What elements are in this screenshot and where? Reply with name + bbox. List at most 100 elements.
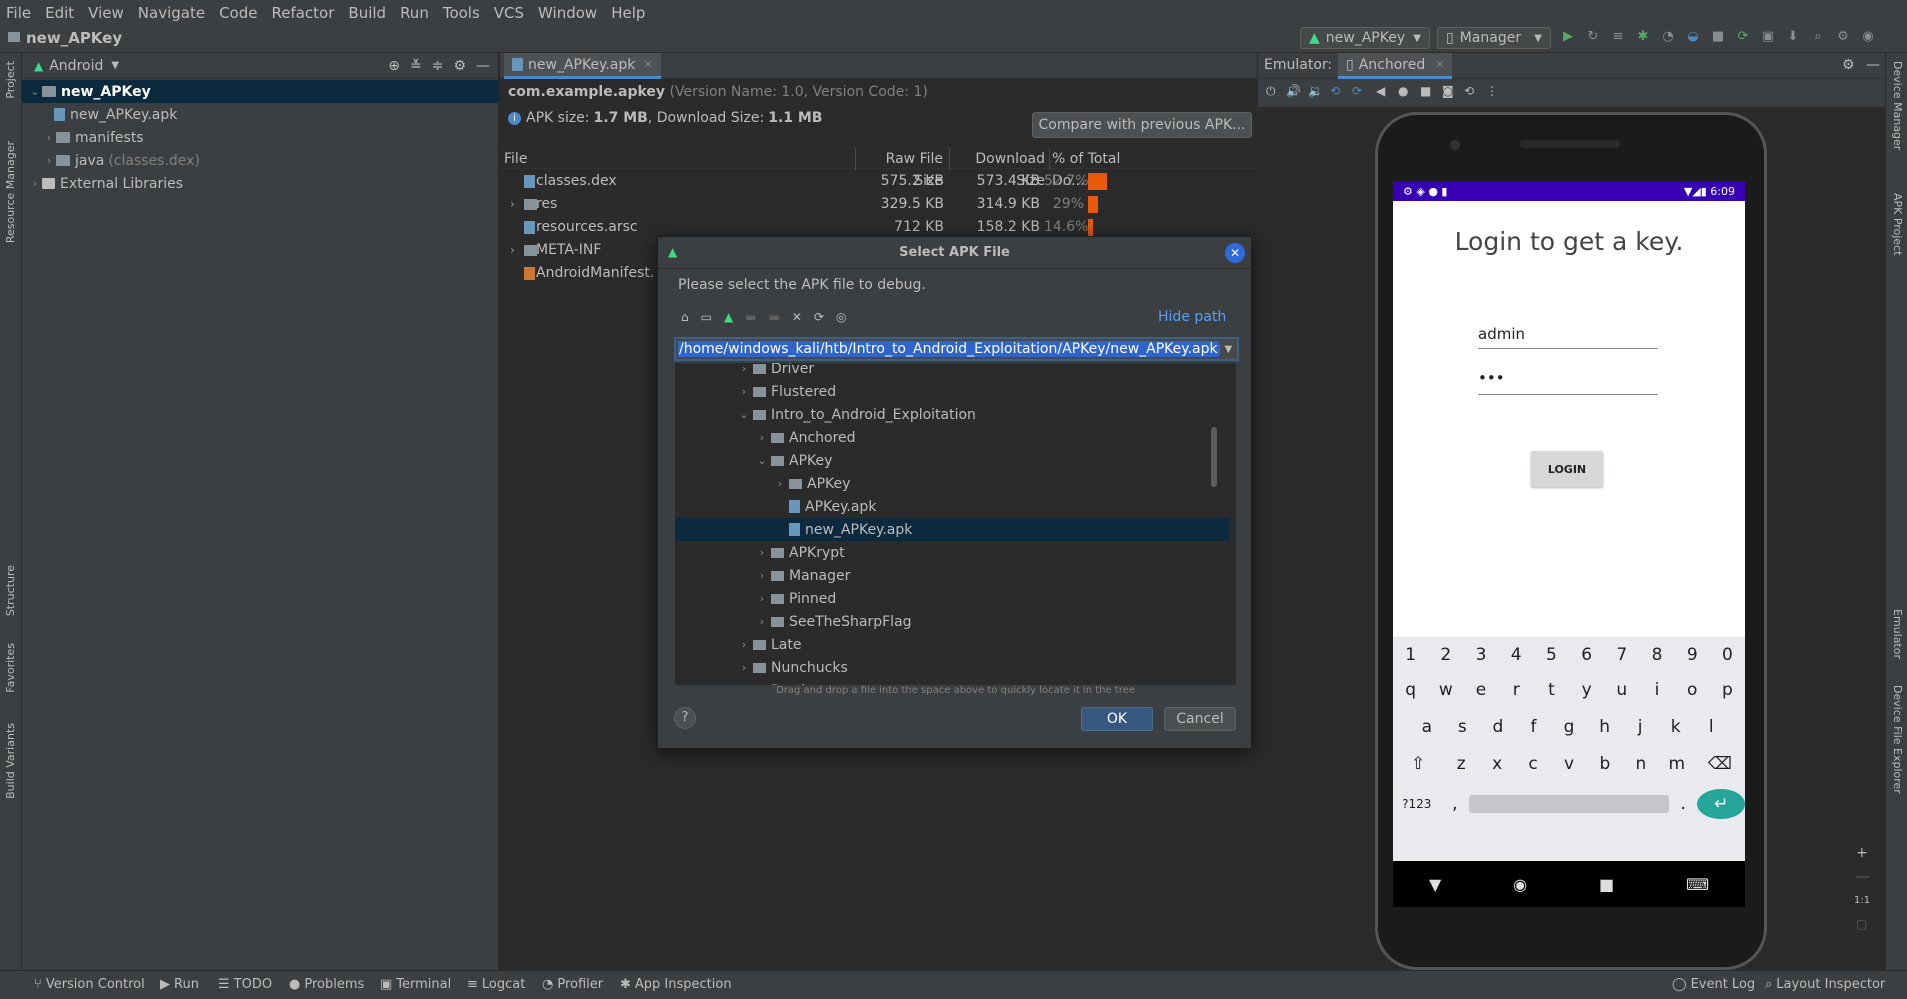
tool-resource-manager[interactable]: Resource Manager (4, 141, 17, 243)
chevron-down-icon[interactable]: ▼ (1218, 343, 1237, 355)
chevron-right-icon[interactable]: › (737, 661, 751, 674)
spacebar[interactable] (1469, 795, 1669, 813)
more-icon[interactable]: ⋮ (1486, 84, 1498, 98)
key[interactable]: y (1569, 680, 1604, 700)
run-config-select[interactable]: ▲ new_APKey ▼ (1300, 27, 1430, 49)
key[interactable]: a (1409, 717, 1445, 737)
keyboard-icon[interactable]: ⌨ (1686, 875, 1709, 894)
menu-build[interactable]: Build (348, 4, 386, 22)
file-tree-item[interactable]: › Nunchucks (675, 656, 1230, 679)
rotate-right-icon[interactable]: ⟳ (1352, 84, 1362, 98)
file-tree-item[interactable]: › Driver (675, 363, 1230, 380)
fit-screen-icon[interactable]: ▢ (1856, 917, 1867, 931)
sdk-manager-icon[interactable]: ⬇ (1785, 29, 1801, 45)
key[interactable]: 6 (1569, 645, 1604, 665)
run-icon[interactable]: ▶ (1560, 29, 1576, 45)
key[interactable]: r (1499, 680, 1534, 700)
key[interactable]: 5 (1534, 645, 1569, 665)
volume-down-icon[interactable]: 🔉 (1308, 84, 1323, 98)
power-icon[interactable]: ⏻ (1266, 84, 1276, 99)
tool-problems[interactable]: ● Problems (289, 977, 364, 992)
key[interactable]: v (1551, 754, 1587, 774)
tool-project[interactable]: Project (4, 61, 17, 99)
chevron-right-icon[interactable]: › (737, 638, 751, 651)
path-input[interactable]: /home/windows_kali/htb/Intro_to_Android_… (674, 337, 1239, 361)
tree-scrollbar[interactable] (1211, 427, 1217, 487)
expand-all-icon[interactable]: ≚ (410, 58, 422, 74)
tool-version-control[interactable]: ⑂ Version Control (34, 977, 145, 992)
chevron-right-icon[interactable]: › (773, 477, 787, 490)
key[interactable]: . (1669, 794, 1698, 814)
overview-icon[interactable]: ■ (1420, 84, 1431, 98)
path-input-value[interactable]: /home/windows_kali/htb/Intro_to_Android_… (678, 341, 1219, 357)
user-icon[interactable]: ◉ (1860, 29, 1876, 45)
password-field[interactable]: ••• (1478, 369, 1658, 395)
menu-navigate[interactable]: Navigate (138, 4, 205, 22)
file-tree-item[interactable]: › APKrypt (675, 541, 1230, 564)
tool-emulator[interactable]: Emulator (1891, 609, 1904, 659)
menu-vcs[interactable]: VCS (494, 4, 524, 22)
chevron-right-icon[interactable]: › (42, 131, 56, 144)
editor-tab-apk[interactable]: new_APKey.apk ✕ (504, 53, 661, 79)
file-tree-item[interactable]: › Pinned (675, 587, 1230, 610)
login-button[interactable]: LOGIN (1531, 451, 1603, 487)
back-icon[interactable]: ▼ (1429, 875, 1441, 894)
tool-build-variants[interactable]: Build Variants (4, 723, 17, 799)
tool-structure[interactable]: Structure (4, 565, 17, 616)
sync-icon[interactable]: ⟳ (1735, 29, 1751, 45)
stop-icon[interactable]: ■ (1710, 29, 1726, 45)
overview-icon[interactable]: ■ (1599, 875, 1614, 894)
tool-favorites[interactable]: Favorites (4, 643, 17, 693)
chevron-right-icon[interactable]: › (755, 569, 769, 582)
file-row[interactable]: classes.dex 575.2 KB 573.4 KB 52.7% (500, 170, 1257, 193)
home-icon[interactable]: ● (1398, 84, 1408, 98)
file-tree[interactable]: › Driver › Flustered ⌄ Intro_to_Android_Explo… (675, 363, 1236, 685)
menu-view[interactable]: View (88, 4, 124, 22)
attach-debugger-icon[interactable]: ◒ (1685, 29, 1701, 45)
key[interactable]: 4 (1499, 645, 1534, 665)
camera-icon[interactable]: ◙ (1442, 84, 1454, 98)
file-tree-item[interactable]: › Late (675, 633, 1230, 656)
help-button[interactable]: ? (674, 707, 696, 729)
tool-run[interactable]: ▶ Run (160, 977, 199, 992)
home-icon[interactable]: ⌂ (681, 310, 689, 324)
locate-icon[interactable]: ⊕ (388, 58, 400, 74)
zoom-out-icon[interactable]: — (1856, 869, 1870, 885)
enter-key[interactable]: ↵ (1697, 789, 1745, 819)
key[interactable]: u (1604, 680, 1639, 700)
device-select[interactable]: ▯ Manager ▼ (1437, 27, 1551, 49)
key[interactable]: m (1659, 754, 1695, 774)
rotate-left-icon[interactable]: ⟲ (1330, 84, 1340, 98)
menu-file[interactable]: File (6, 4, 31, 22)
project-view-mode[interactable]: Android (49, 58, 103, 74)
gear-icon[interactable]: ⚙ (1842, 57, 1855, 73)
tree-item-external-libraries[interactable]: › External Libraries (28, 172, 183, 195)
ok-button[interactable]: OK (1081, 707, 1153, 731)
tree-item-java[interactable]: › java (classes.dex) (42, 149, 200, 172)
file-row[interactable]: › res 329.5 KB 314.9 KB 29% (500, 193, 1257, 216)
emulator-tab[interactable]: ▯ Anchored ✕ (1338, 53, 1453, 79)
chevron-right-icon[interactable]: › (737, 363, 751, 375)
tree-item-project-root[interactable]: ⌄ new_APKey (22, 80, 499, 103)
col-download-size[interactable]: Download Size (950, 148, 1050, 189)
menu-help[interactable]: Help (611, 4, 645, 22)
key[interactable]: g (1551, 717, 1587, 737)
file-tree-item[interactable]: › Flustered (675, 380, 1230, 403)
col-percent[interactable]: % of Total Do... (1050, 148, 1155, 189)
key[interactable]: s (1445, 717, 1481, 737)
key[interactable]: 8 (1639, 645, 1674, 665)
menu-run[interactable]: Run (400, 4, 429, 22)
key[interactable]: 2 (1428, 645, 1463, 665)
debug-icon[interactable]: ✱ (1635, 29, 1651, 45)
refresh-icon[interactable]: ⟳ (814, 310, 824, 324)
tool-profiler[interactable]: ◔ Profiler (542, 977, 603, 992)
file-tree-item[interactable]: › Anchored (675, 426, 1230, 449)
col-file[interactable]: File (502, 148, 856, 170)
file-tree-item[interactable]: › Manager (675, 564, 1230, 587)
chevron-right-icon[interactable]: › (755, 592, 769, 605)
key[interactable]: w (1428, 680, 1463, 700)
key[interactable]: t (1534, 680, 1569, 700)
back-icon[interactable]: ◀ (1376, 84, 1385, 98)
apply-changes-icon[interactable]: ↻ (1585, 29, 1601, 45)
symbols-key[interactable]: ?123 (1393, 797, 1441, 811)
